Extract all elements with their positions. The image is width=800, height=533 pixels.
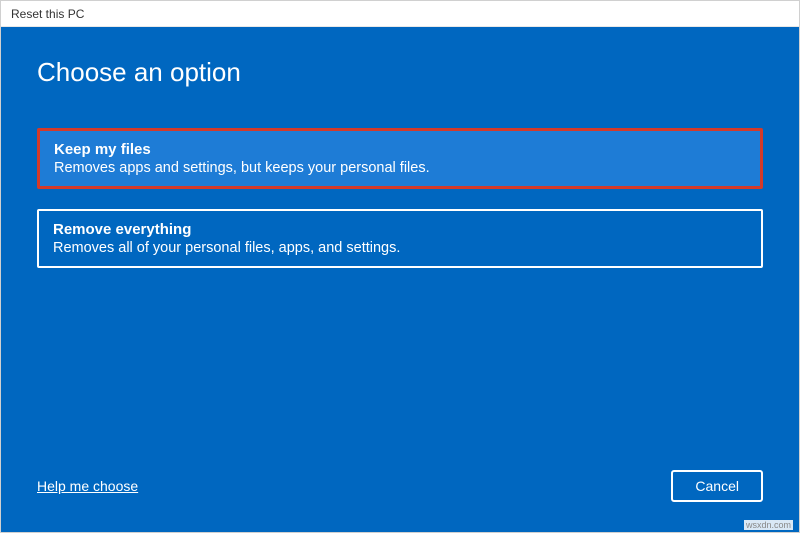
footer: Help me choose Cancel [37,470,763,508]
titlebar: Reset this PC [1,1,799,27]
window-title: Reset this PC [11,7,84,21]
option-title: Remove everything [53,221,747,238]
option-description: Removes apps and settings, but keeps you… [54,160,746,176]
option-title: Keep my files [54,141,746,158]
help-me-choose-link[interactable]: Help me choose [37,478,138,494]
cancel-button[interactable]: Cancel [671,470,763,502]
page-heading: Choose an option [37,57,763,88]
reset-pc-window: Reset this PC Choose an option Keep my f… [0,0,800,533]
option-remove-everything[interactable]: Remove everything Removes all of your pe… [37,209,763,268]
option-description: Removes all of your personal files, apps… [53,240,747,256]
watermark: wsxdn.com [744,520,793,530]
content-area: Choose an option Keep my files Removes a… [1,27,799,532]
option-keep-my-files[interactable]: Keep my files Removes apps and settings,… [37,128,763,189]
